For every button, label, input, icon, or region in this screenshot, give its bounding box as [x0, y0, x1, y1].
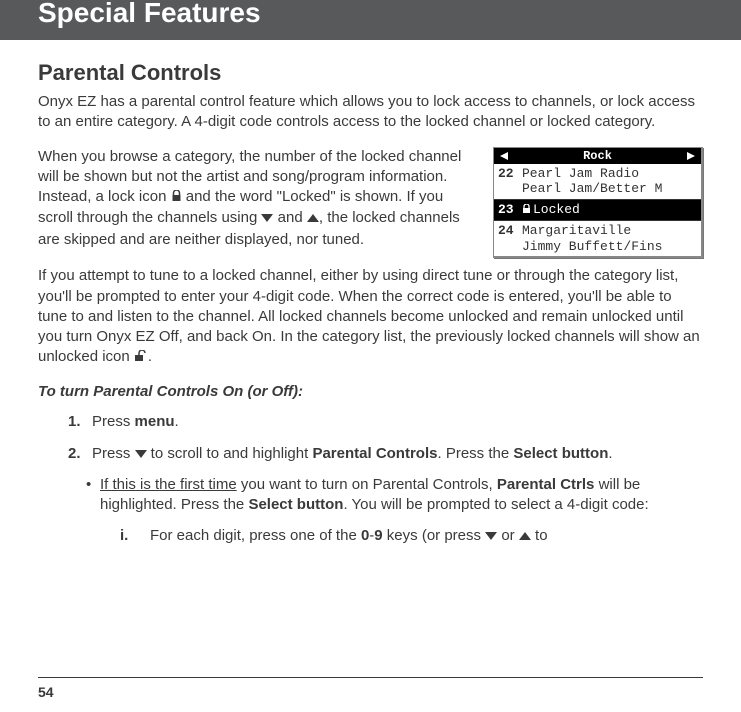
up-arrow-icon	[307, 209, 319, 229]
section-title: Parental Controls	[38, 60, 703, 86]
channel-title: Pearl Jam Radio	[522, 166, 639, 181]
screen-frame: Rock 22 Pearl Jam Radio Pearl Jam/Better…	[493, 147, 703, 259]
unlock-icon	[134, 348, 148, 368]
sub-steps: i. For each digit, press one of the 0-9 …	[100, 526, 703, 547]
down-arrow-icon	[485, 527, 497, 547]
up-arrow-icon	[519, 527, 531, 547]
channel-artist: Jimmy Buffett/Fins	[522, 239, 662, 254]
lock-icon	[171, 188, 182, 208]
parental-ctrls-label: Parental Ctrls	[497, 476, 595, 493]
intro-paragraph: Onyx EZ has a parental control feature w…	[38, 92, 703, 133]
device-screen-preview: Rock 22 Pearl Jam Radio Pearl Jam/Better…	[493, 147, 703, 259]
step-number: 1.	[68, 412, 92, 432]
right-arrow-icon	[687, 152, 695, 160]
channel-number: 22	[498, 166, 522, 182]
channel-title: Margaritaville	[522, 223, 631, 238]
sub-step-i: i. For each digit, press one of the 0-9 …	[126, 526, 703, 547]
step-2: 2. Press to scroll to and highlight Pare…	[92, 444, 703, 557]
screen-category-bar: Rock	[494, 148, 701, 164]
instructions-heading: To turn Parental Controls On (or Off):	[38, 383, 703, 400]
step-1: 1. Press menu.	[92, 412, 703, 432]
left-arrow-icon	[500, 152, 508, 160]
content-area: Parental Controls Onyx EZ has a parental…	[0, 40, 741, 557]
channel-number: 24	[498, 223, 522, 239]
sub-step-number: i.	[120, 526, 150, 547]
page-header-title: Special Features	[38, 0, 261, 29]
channel-artist: Pearl Jam/Better M	[522, 181, 662, 196]
channel-row-locked: 23 Locked	[494, 200, 701, 222]
header-bar: Special Features	[0, 0, 741, 40]
parental-controls-label: Parental Controls	[312, 445, 437, 462]
tune-paragraph: If you attempt to tune to a locked chann…	[38, 266, 703, 368]
down-arrow-icon	[261, 209, 273, 229]
menu-button-label: menu	[135, 413, 175, 430]
lock-icon	[522, 203, 531, 219]
down-arrow-icon	[135, 445, 147, 465]
channel-row: 24 Margaritaville Jimmy Buffett/Fins	[494, 221, 701, 256]
screen-category-label: Rock	[583, 149, 612, 163]
first-time-bullet: • If this is the first time you want to …	[92, 475, 703, 547]
footer-rule	[38, 677, 703, 678]
bullet-mark: •	[86, 475, 100, 547]
channel-info: Margaritaville Jimmy Buffett/Fins	[522, 223, 697, 254]
channel-info: Pearl Jam Radio Pearl Jam/Better M	[522, 166, 697, 197]
key-9-label: 9	[374, 527, 382, 544]
first-time-underline: If this is the first time	[100, 476, 237, 493]
page-number: 54	[38, 684, 54, 700]
channel-locked-label: Locked	[522, 202, 697, 219]
select-button-label: Select button	[513, 445, 608, 462]
instructions-list: 1. Press menu. 2. Press to scroll to and…	[38, 412, 703, 557]
channel-row: 22 Pearl Jam Radio Pearl Jam/Better M	[494, 164, 701, 200]
channel-number: 23	[498, 202, 522, 218]
select-button-label: Select button	[248, 496, 343, 513]
